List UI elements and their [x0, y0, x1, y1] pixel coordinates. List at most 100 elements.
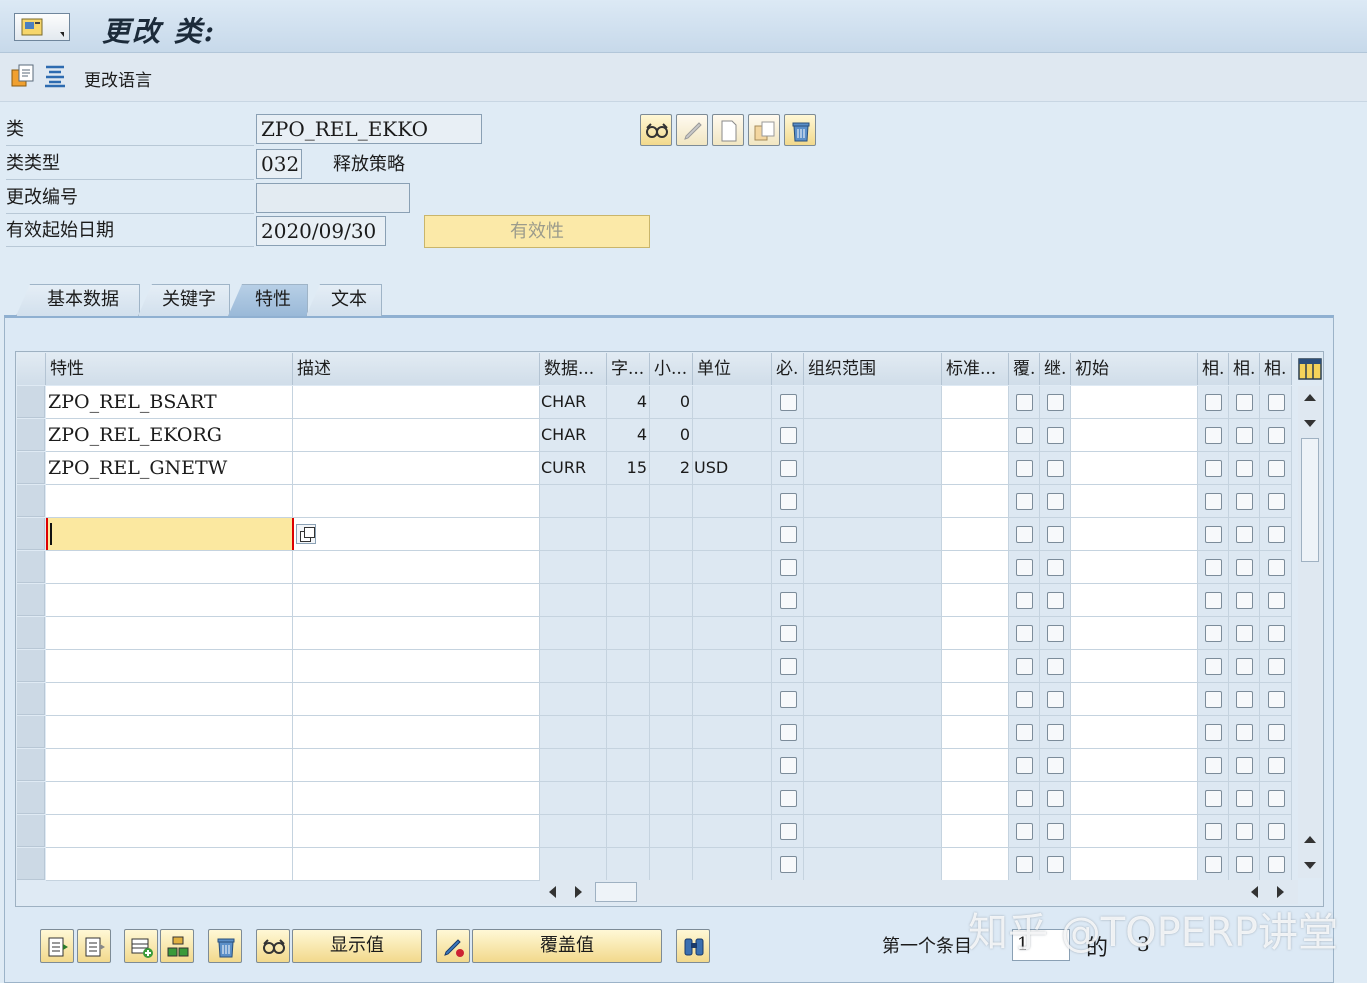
checkbox[interactable] — [1268, 493, 1285, 510]
table-cell[interactable] — [693, 782, 772, 815]
display-values-icon-button[interactable] — [256, 929, 290, 963]
table-cell[interactable] — [1071, 749, 1198, 782]
table-cell[interactable] — [1071, 386, 1198, 419]
checkbox[interactable] — [1016, 691, 1033, 708]
checkbox[interactable] — [1236, 625, 1253, 642]
checkbox[interactable] — [1016, 526, 1033, 543]
checkbox[interactable] — [780, 526, 797, 543]
table-cell[interactable] — [804, 518, 942, 551]
table-cell[interactable] — [804, 716, 942, 749]
checkbox[interactable] — [1236, 427, 1253, 444]
tab-characteristics[interactable]: 特性 — [228, 284, 308, 316]
checkbox[interactable] — [1268, 460, 1285, 477]
checkbox[interactable] — [1236, 856, 1253, 873]
table-cell[interactable] — [693, 419, 772, 452]
checkbox[interactable] — [780, 724, 797, 741]
checkbox[interactable] — [1268, 658, 1285, 675]
checkbox[interactable] — [1205, 427, 1222, 444]
table-cell[interactable] — [540, 815, 607, 848]
table-cell[interactable] — [942, 683, 1009, 716]
checkbox[interactable] — [1268, 592, 1285, 609]
checkbox[interactable] — [1236, 493, 1253, 510]
table-cell[interactable] — [650, 749, 693, 782]
table-cell[interactable] — [942, 518, 1009, 551]
checkbox[interactable] — [1205, 592, 1222, 609]
scroll-right-icon[interactable] — [1277, 886, 1284, 898]
table-cell[interactable] — [804, 749, 942, 782]
checkbox[interactable] — [1268, 757, 1285, 774]
table-cell[interactable] — [693, 650, 772, 683]
table-cell[interactable] — [46, 584, 293, 617]
table-cell[interactable] — [1071, 650, 1198, 683]
row-selector[interactable] — [17, 518, 45, 550]
table-cell[interactable] — [607, 683, 650, 716]
active-input-cell[interactable] — [46, 518, 294, 550]
insert-row-button[interactable] — [124, 929, 158, 963]
table-cell[interactable] — [804, 485, 942, 518]
table-cell[interactable] — [1071, 419, 1198, 452]
append-row-button[interactable] — [160, 929, 194, 963]
checkbox[interactable] — [780, 427, 797, 444]
table-cell[interactable] — [293, 518, 540, 551]
checkbox[interactable] — [1047, 856, 1064, 873]
vertical-scrollbar[interactable] — [1298, 386, 1322, 878]
table-cell[interactable] — [804, 551, 942, 584]
change-language-label[interactable]: 更改语言 — [84, 66, 152, 91]
row-selector[interactable] — [17, 452, 45, 484]
table-cell[interactable] — [1071, 485, 1198, 518]
table-cell[interactable] — [540, 749, 607, 782]
table-cell[interactable] — [46, 650, 293, 683]
table-cell[interactable] — [942, 386, 1009, 419]
delete-row-button[interactable] — [208, 929, 242, 963]
row-selector[interactable] — [17, 386, 45, 418]
checkbox[interactable] — [1016, 658, 1033, 675]
overwrite-values-button[interactable]: 覆盖值 — [472, 929, 662, 963]
scroll-left-icon[interactable] — [549, 886, 556, 898]
scroll-down-icon[interactable] — [1304, 862, 1316, 869]
table-cell[interactable] — [293, 683, 540, 716]
table-cell[interactable] — [1071, 683, 1198, 716]
overwrite-values-icon-button[interactable] — [436, 929, 470, 963]
table-cell[interactable] — [607, 584, 650, 617]
scroll-up-icon[interactable] — [1304, 394, 1316, 401]
checkbox[interactable] — [1268, 790, 1285, 807]
checkbox[interactable] — [1268, 394, 1285, 411]
table-cell[interactable] — [942, 584, 1009, 617]
checkbox[interactable] — [1047, 823, 1064, 840]
checkbox[interactable] — [780, 592, 797, 609]
column-header[interactable]: 组织范围 — [804, 353, 942, 385]
checkbox[interactable] — [1047, 394, 1064, 411]
checkbox[interactable] — [1236, 691, 1253, 708]
column-header[interactable]: 数据... — [540, 353, 607, 385]
row-selector[interactable] — [17, 485, 45, 517]
table-cell[interactable] — [693, 848, 772, 881]
table-cell[interactable] — [293, 419, 540, 452]
checkbox[interactable] — [1205, 823, 1222, 840]
checkbox[interactable] — [1047, 592, 1064, 609]
scroll-page-up-icon[interactable] — [1304, 836, 1316, 843]
table-cell[interactable] — [1071, 848, 1198, 881]
table-cell[interactable] — [540, 518, 607, 551]
checkbox[interactable] — [1047, 526, 1064, 543]
table-cell[interactable] — [693, 815, 772, 848]
table-cell[interactable] — [804, 782, 942, 815]
table-cell[interactable] — [540, 782, 607, 815]
checkbox[interactable] — [1236, 823, 1253, 840]
checkbox[interactable] — [1047, 559, 1064, 576]
table-cell[interactable] — [650, 617, 693, 650]
row-selector[interactable] — [17, 848, 45, 880]
create-button[interactable] — [712, 114, 744, 146]
select-all-button[interactable] — [40, 929, 74, 963]
table-cell[interactable] — [46, 551, 293, 584]
table-cell[interactable]: ZPO_REL_EKORG — [46, 419, 293, 452]
table-cell[interactable] — [650, 485, 693, 518]
row-selector[interactable] — [17, 683, 45, 715]
checkbox[interactable] — [1268, 625, 1285, 642]
checkbox[interactable] — [1047, 691, 1064, 708]
table-cell[interactable] — [804, 584, 942, 617]
table-cell[interactable] — [693, 683, 772, 716]
table-cell[interactable] — [942, 749, 1009, 782]
checkbox[interactable] — [780, 823, 797, 840]
table-cell[interactable] — [607, 716, 650, 749]
table-cell[interactable] — [1071, 551, 1198, 584]
